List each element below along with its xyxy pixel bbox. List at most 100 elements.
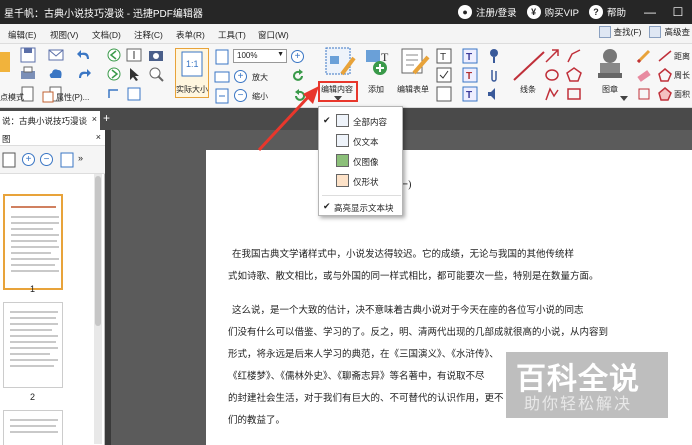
eraser-icon[interactable] <box>636 67 652 83</box>
vip-button[interactable]: ¥ 购买VIP <box>526 5 579 19</box>
undo-icon[interactable] <box>76 47 92 63</box>
stamp-icon[interactable] <box>596 47 624 81</box>
menu-window[interactable]: 窗口(W) <box>258 29 289 41</box>
text-t-red-icon[interactable]: T <box>462 67 478 83</box>
help-button[interactable]: ? 帮助 <box>588 5 626 19</box>
perimeter-label[interactable]: 周长 <box>674 70 690 81</box>
thumb-rotate-icon[interactable] <box>60 152 74 168</box>
polygon-icon[interactable] <box>566 67 582 83</box>
print-icon[interactable] <box>20 66 36 82</box>
fit-page-icon[interactable] <box>214 49 230 65</box>
distance-label[interactable]: 距离 <box>674 51 690 62</box>
menu-comment[interactable]: 注释(C) <box>134 29 163 41</box>
menu-item-all-content[interactable]: ✔ 全部内容 <box>319 111 404 130</box>
menu-item-text-only[interactable]: 仅文本 <box>319 131 404 150</box>
fit-width-icon[interactable] <box>214 69 230 85</box>
polygon-line-icon[interactable] <box>544 86 560 102</box>
thumb-zoom-in-icon[interactable]: + <box>22 153 35 166</box>
cloud-icon[interactable] <box>48 66 64 82</box>
page-thumbnail-2[interactable] <box>3 302 63 388</box>
zoom-plus-icon[interactable]: + <box>291 50 304 63</box>
add-icon[interactable]: T <box>364 47 394 77</box>
pin-icon[interactable] <box>486 48 502 64</box>
page-thumbnail-1[interactable] <box>3 194 63 290</box>
zoom-input[interactable]: 100% ▼ <box>233 49 287 63</box>
snapshot-icon[interactable] <box>148 47 164 63</box>
fit-visible-icon[interactable] <box>214 88 230 104</box>
shape-erase-icon[interactable] <box>636 86 652 102</box>
svg-text:T: T <box>466 52 472 63</box>
zoom-in-icon[interactable]: + <box>234 70 247 83</box>
find-button[interactable]: 查找(F) <box>598 26 641 38</box>
form-checkbox-icon[interactable] <box>436 67 452 83</box>
perimeter-icon[interactable] <box>658 68 672 82</box>
nav-back-icon[interactable] <box>106 47 122 63</box>
form-text-icon[interactable]: T <box>436 48 452 64</box>
panel-close-icon[interactable]: × <box>96 132 101 142</box>
zoom-region-icon[interactable] <box>148 66 164 82</box>
arrow-line-icon[interactable] <box>544 48 560 64</box>
form-list-icon[interactable] <box>436 86 452 102</box>
pencil-icon[interactable] <box>636 48 652 64</box>
menu-edit[interactable]: 编辑(E) <box>8 29 36 41</box>
text-line-6: 《红楼梦》、《儒林外史》、《聊斋志异》等名著中，有说取不尽 <box>228 371 485 382</box>
panel-header: 图 × <box>0 130 105 146</box>
menu-form[interactable]: 表单(R) <box>176 29 205 41</box>
text-line-7: 的封建社会生活，对于我们有巨大的、不可替代的认识作用，更不 <box>228 393 504 404</box>
sound-icon[interactable] <box>486 86 502 102</box>
rectangle-icon[interactable] <box>566 86 582 102</box>
login-button[interactable]: ● 注册/登录 <box>458 5 517 19</box>
thumbnail-scrollbar[interactable] <box>94 174 102 444</box>
menu-document[interactable]: 文档(D) <box>92 29 121 41</box>
maximize-button[interactable]: ☐ <box>664 0 692 24</box>
rotate-icon[interactable] <box>106 86 122 102</box>
properties-button[interactable]: 属性(P)... <box>56 92 89 103</box>
menu-item-shape-only[interactable]: 仅形状 <box>319 171 404 190</box>
line-label[interactable]: 线条 <box>520 84 536 95</box>
scrollbar-thumb[interactable] <box>95 176 101 326</box>
minimize-button[interactable]: — <box>636 0 664 24</box>
add-label[interactable]: 添加 <box>368 84 384 95</box>
panel-more-icon[interactable]: » <box>78 153 83 163</box>
area-icon[interactable] <box>658 87 672 101</box>
menu-tools[interactable]: 工具(T) <box>218 29 246 41</box>
text-t-icon[interactable]: T <box>462 48 478 64</box>
edit-content-icon[interactable] <box>322 46 356 80</box>
distance-icon[interactable] <box>658 49 672 63</box>
user-icon: ● <box>458 5 473 19</box>
area-label[interactable]: 面积 <box>674 89 690 100</box>
thumb-zoom-out-icon[interactable]: − <box>40 153 53 166</box>
edit-form-icon[interactable] <box>400 47 430 77</box>
red-arrow-annotation <box>257 86 319 152</box>
select-text-icon[interactable] <box>126 47 142 63</box>
menu-view[interactable]: 视图(V) <box>50 29 78 41</box>
pointer-icon[interactable] <box>126 66 142 82</box>
chevron-down-icon[interactable]: ▼ <box>277 51 284 58</box>
find-icon <box>598 26 611 38</box>
stamp-label[interactable]: 图章 <box>602 84 618 95</box>
thumbnail-options-icon[interactable] <box>2 152 16 168</box>
svg-text:T: T <box>466 90 472 101</box>
text-t-box-icon[interactable]: T <box>462 86 478 102</box>
menu-item-highlight-text-blocks[interactable]: ✔ 高亮显示文本块 <box>319 197 404 216</box>
save-icon[interactable] <box>20 47 36 63</box>
nav-forward-icon[interactable] <box>106 66 122 82</box>
snapshot-mode-label[interactable]: 点模式 <box>0 92 24 103</box>
advanced-find-button[interactable]: 高级查 <box>649 26 690 38</box>
tab-document[interactable]: 说：古典小说技巧漫谈 × <box>0 111 100 130</box>
polyline-icon[interactable] <box>566 48 582 64</box>
ellipse-icon[interactable] <box>544 67 560 83</box>
new-tab-button[interactable]: + <box>101 111 112 130</box>
zoom-out-icon[interactable]: − <box>234 89 247 102</box>
attachment-icon[interactable] <box>486 67 502 83</box>
tab-close-icon[interactable]: × <box>92 114 97 124</box>
edit-form-label[interactable]: 编辑表单 <box>397 84 429 95</box>
redo-icon[interactable] <box>76 66 92 82</box>
menu-item-image-only[interactable]: 仅图像 <box>319 151 404 170</box>
stamp-chevron-icon[interactable] <box>620 96 628 102</box>
hand-icon[interactable] <box>0 48 12 76</box>
page-thumbnail-3[interactable] <box>3 410 63 445</box>
mail-icon[interactable] <box>48 47 64 63</box>
line-icon[interactable] <box>512 50 546 82</box>
crop-icon[interactable] <box>126 86 142 102</box>
